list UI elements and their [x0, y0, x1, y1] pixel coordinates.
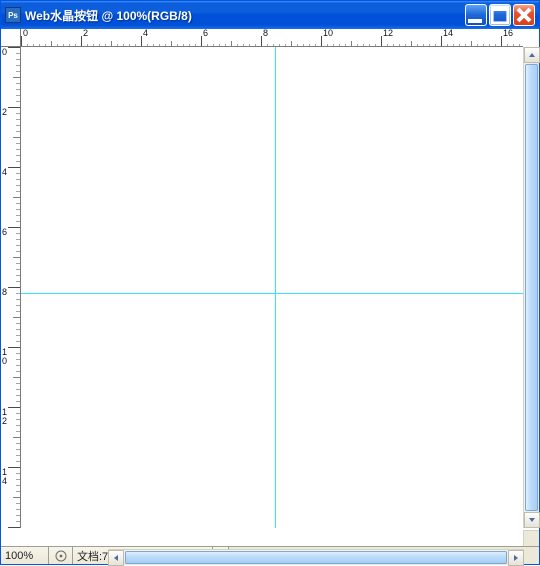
- zoom-field[interactable]: 100%: [1, 547, 49, 564]
- workspace: 0 2 4 6 8 10 12 14 16 0 2 4 6 8 10 12 14 16: [1, 29, 539, 546]
- scrollbar-horizontal[interactable]: [108, 549, 524, 565]
- scroll-down-button[interactable]: [524, 512, 540, 528]
- close-button[interactable]: [513, 4, 535, 26]
- ruler-v-label: 6: [2, 228, 7, 237]
- ruler-vertical[interactable]: 0246810121416: [1, 47, 21, 528]
- statusbar: 100% 文档:732.4K/0 字节: [1, 546, 539, 564]
- guide-vertical[interactable]: [275, 47, 276, 528]
- scroll-thumb-horizontal[interactable]: [125, 551, 507, 564]
- document-window: Ps Web水晶按钮 @ 100%(RGB/8) 0 2 4 6 8 10 12 14 16 0…: [0, 0, 540, 565]
- ruler-h-label: 8: [263, 29, 268, 38]
- canvas[interactable]: [21, 47, 523, 528]
- ruler-v-label: 12: [2, 408, 7, 426]
- maximize-button[interactable]: [489, 4, 511, 26]
- ruler-origin[interactable]: [1, 29, 21, 47]
- ruler-horizontal[interactable]: 0 2 4 6 8 10 12 14 16: [21, 29, 523, 47]
- ruler-h-label: 16: [503, 29, 513, 38]
- scrollbar-vertical[interactable]: [523, 47, 539, 528]
- guide-horizontal[interactable]: [21, 293, 523, 294]
- ruler-h-label: 14: [443, 29, 453, 38]
- ruler-v-label: 14: [2, 468, 7, 486]
- ruler-h-label: 0: [23, 29, 28, 38]
- scrollbar-corner: [523, 530, 539, 546]
- ruler-v-label: 10: [2, 348, 7, 366]
- ruler-v-label: 2: [2, 108, 7, 117]
- window-controls: [463, 2, 537, 28]
- ruler-h-label: 4: [143, 29, 148, 38]
- scroll-thumb-vertical[interactable]: [525, 64, 538, 511]
- app-icon: Ps: [5, 7, 21, 23]
- ruler-h-label: 6: [203, 29, 208, 38]
- window-title: Web水晶按钮 @ 100%(RGB/8): [25, 7, 463, 24]
- status-activity-icon: [49, 547, 73, 564]
- titlebar[interactable]: Ps Web水晶按钮 @ 100%(RGB/8): [1, 1, 539, 29]
- ruler-h-label: 12: [383, 29, 393, 38]
- ruler-h-label: 2: [83, 29, 88, 38]
- ruler-v-label: 4: [2, 168, 7, 177]
- ruler-v-label: 8: [2, 288, 7, 297]
- ruler-v-label: 0: [2, 48, 7, 57]
- scroll-up-button[interactable]: [524, 47, 540, 63]
- scroll-right-button[interactable]: [508, 550, 524, 566]
- scroll-left-button[interactable]: [108, 550, 124, 566]
- minimize-button[interactable]: [465, 4, 487, 26]
- ruler-h-label: 10: [323, 29, 333, 38]
